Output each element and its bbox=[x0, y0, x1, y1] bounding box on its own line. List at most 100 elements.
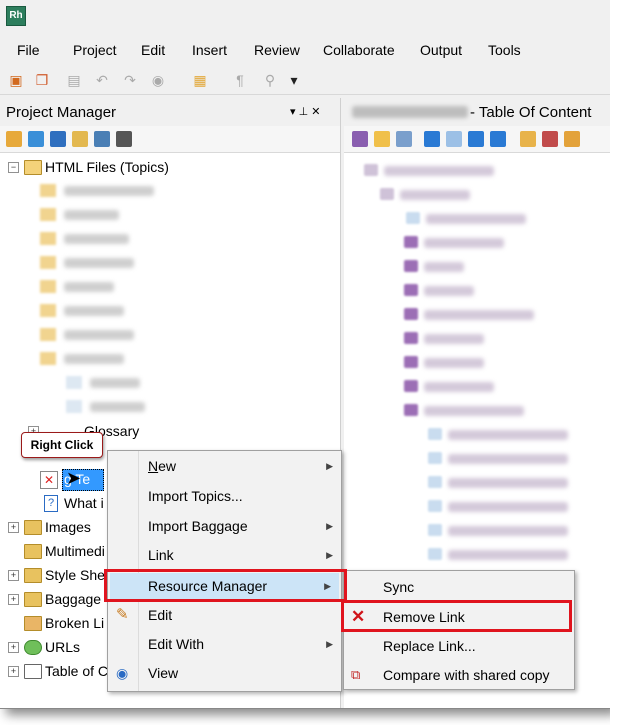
new-book-icon[interactable] bbox=[352, 131, 368, 147]
title-bar: Rh bbox=[0, 0, 610, 30]
context-menu-import-baggage[interactable]: Import Baggage ▶ bbox=[108, 513, 341, 539]
arrow-icon[interactable] bbox=[564, 131, 580, 147]
tree-label: Images bbox=[45, 519, 91, 535]
expand-icon[interactable]: + bbox=[8, 570, 19, 581]
project-manager-header: Project Manager ▾ ⊥ ✕ bbox=[0, 98, 340, 127]
highlight-remove-link bbox=[341, 600, 572, 632]
pane-controls[interactable]: ▾ ⊥ ✕ bbox=[290, 105, 320, 118]
topic-error-icon: ✕ bbox=[40, 471, 58, 489]
layout-icon[interactable]: ▦ bbox=[192, 72, 208, 88]
preview-icon[interactable]: ◉ bbox=[150, 72, 166, 88]
submenu-replace-link[interactable]: Replace Link... bbox=[344, 633, 574, 659]
mouse-cursor-icon: ➤ bbox=[66, 468, 82, 488]
new-page-icon[interactable] bbox=[374, 131, 390, 147]
context-menu-edit[interactable]: ✎ Edit bbox=[108, 602, 341, 628]
folder-icon bbox=[24, 568, 42, 583]
context-menu-edit-with[interactable]: Edit With ▶ bbox=[108, 631, 341, 657]
menu-label: Link bbox=[148, 547, 174, 563]
tree-item-images[interactable]: + Images bbox=[0, 516, 120, 538]
menu-review[interactable]: Review bbox=[254, 42, 300, 58]
undo-icon[interactable]: ↶ bbox=[94, 72, 110, 88]
toc-header: - Table Of Content bbox=[344, 98, 610, 127]
app-icon[interactable]: Rh bbox=[6, 6, 26, 26]
tree-label: Baggage bbox=[45, 591, 102, 607]
tree-item-html-files[interactable]: − HTML Files (Topics) bbox=[0, 156, 340, 178]
redo-icon[interactable]: ↷ bbox=[122, 72, 138, 88]
book-icon[interactable] bbox=[396, 131, 412, 147]
submenu-sync[interactable]: Sync bbox=[344, 574, 574, 600]
submenu-arrow-icon: ▶ bbox=[326, 521, 333, 531]
folders-icon[interactable] bbox=[6, 131, 22, 147]
submenu-arrow-icon: ▶ bbox=[326, 639, 333, 649]
context-menu-import-topics[interactable]: Import Topics... bbox=[108, 483, 341, 509]
tree-item-style-sheets[interactable]: + Style She bbox=[0, 564, 120, 586]
expand-icon[interactable]: + bbox=[8, 642, 19, 653]
menu-collaborate[interactable]: Collaborate bbox=[323, 42, 395, 58]
menu-label: View bbox=[148, 665, 179, 681]
toc-icon bbox=[24, 664, 42, 679]
move-right-icon[interactable] bbox=[446, 131, 462, 147]
book-red-icon[interactable] bbox=[542, 131, 558, 147]
menu-file[interactable]: File bbox=[17, 42, 40, 58]
move-down-icon[interactable] bbox=[490, 131, 506, 147]
menu-label: Sync bbox=[383, 579, 415, 595]
compare-icon: ⧉ bbox=[351, 667, 361, 682]
tree-label: Multimedi bbox=[45, 543, 105, 559]
tree-label: HTML Files (Topics) bbox=[45, 159, 169, 175]
menu-bar: File Project Edit Insert Review Collabor… bbox=[0, 36, 610, 64]
tree-item-multimedia[interactable]: Multimedi bbox=[0, 540, 120, 562]
menu-project[interactable]: Project bbox=[73, 42, 117, 58]
expand-icon[interactable]: + bbox=[8, 594, 19, 605]
menu-insert[interactable]: Insert bbox=[192, 42, 227, 58]
broken-link-icon bbox=[24, 616, 42, 631]
filter-icon[interactable] bbox=[28, 131, 44, 147]
help-topic-icon: ? bbox=[44, 495, 58, 512]
submenu-compare-shared[interactable]: ⧉ Compare with shared copy bbox=[344, 662, 574, 688]
folder-open-icon bbox=[24, 160, 42, 175]
expand-icon[interactable]: + bbox=[8, 522, 19, 533]
move-up-icon[interactable] bbox=[468, 131, 484, 147]
toc-toolbar bbox=[344, 126, 610, 153]
folder-icon bbox=[24, 544, 42, 559]
save-icon[interactable]: ▣ bbox=[8, 72, 24, 88]
paragraph-icon[interactable]: ¶ bbox=[232, 72, 248, 88]
menu-edit[interactable]: Edit bbox=[141, 42, 165, 58]
menu-label: Edit With bbox=[148, 636, 205, 652]
toolbar-overflow-icon[interactable]: ▾ bbox=[286, 72, 302, 88]
expand-icon[interactable]: + bbox=[8, 666, 19, 677]
paste-icon[interactable]: ▤ bbox=[66, 72, 82, 88]
menu-label: Edit bbox=[148, 607, 173, 623]
menu-tools[interactable]: Tools bbox=[488, 42, 521, 58]
submenu-arrow-icon: ▶ bbox=[326, 550, 333, 560]
highlight-resource-manager bbox=[104, 569, 347, 602]
collapse-icon[interactable]: − bbox=[8, 162, 19, 173]
menu-output[interactable]: Output bbox=[420, 42, 462, 58]
tree-item-baggage[interactable]: + Baggage bbox=[0, 588, 120, 610]
context-menu-link[interactable]: Link ▶ bbox=[108, 542, 341, 568]
toc-icon[interactable] bbox=[520, 131, 536, 147]
help-icon[interactable] bbox=[94, 131, 110, 147]
save-all-icon[interactable]: ❐ bbox=[34, 72, 50, 88]
tree-label: Table of C bbox=[45, 663, 109, 679]
right-click-callout: Right Click bbox=[21, 432, 103, 458]
project-manager-toolbar bbox=[0, 126, 340, 153]
view-eye-icon: ◉ bbox=[116, 665, 129, 681]
move-left-icon[interactable] bbox=[424, 131, 440, 147]
tree-item-table-of-contents[interactable]: + Table of C bbox=[0, 660, 120, 682]
tree-label: URLs bbox=[45, 639, 81, 655]
tree-item-urls[interactable]: + URLs bbox=[0, 636, 120, 658]
link-icon[interactable]: ⚲ bbox=[262, 72, 278, 88]
main-toolbar: ▣ ❐ ▤ ↶ ↷ ◉ ▦ ¶ ⚲ ▾ bbox=[0, 66, 610, 95]
context-menu-view[interactable]: ◉ View bbox=[108, 660, 341, 686]
menu-label: Compare with shared copy bbox=[383, 667, 550, 683]
pane-title: Project Manager bbox=[6, 104, 117, 121]
blurred-project-name bbox=[352, 106, 468, 118]
tree-label: Style She bbox=[45, 567, 105, 583]
tree-item-broken-links[interactable]: Broken Li bbox=[0, 612, 120, 634]
menu-label: Import Baggage bbox=[148, 518, 248, 534]
sort-icon[interactable] bbox=[50, 131, 66, 147]
url-globe-icon bbox=[24, 640, 42, 655]
find-icon[interactable] bbox=[116, 131, 132, 147]
folder-icon[interactable] bbox=[72, 131, 88, 147]
context-menu-new[interactable]: New ▶ bbox=[108, 453, 341, 479]
